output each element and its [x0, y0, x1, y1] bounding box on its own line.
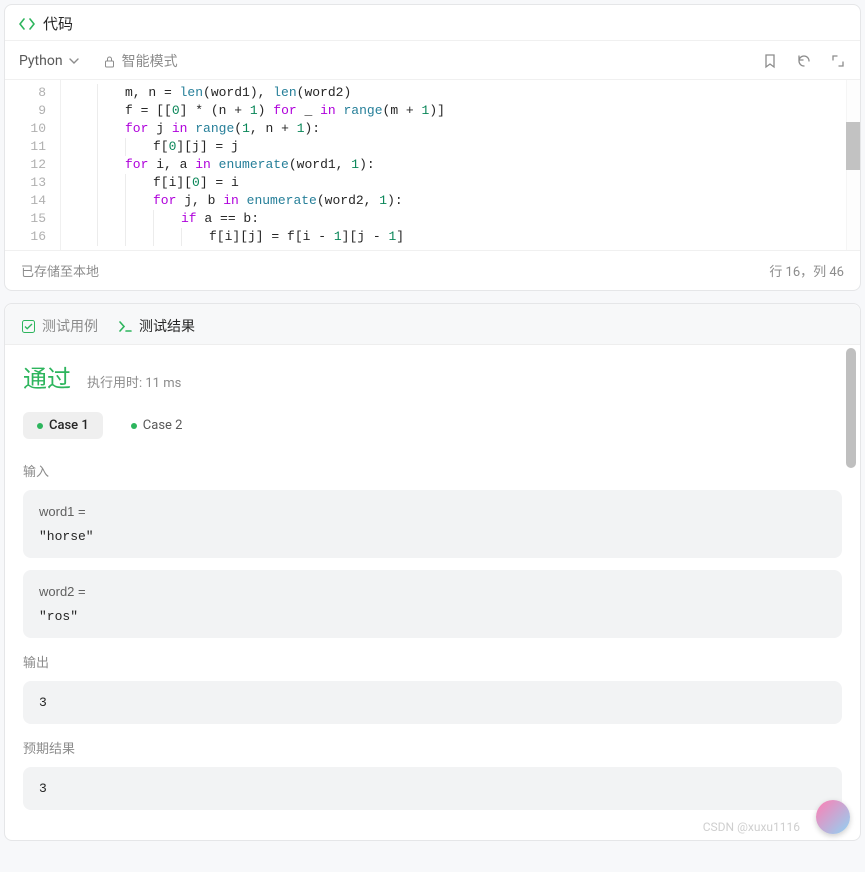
line-number: 9 — [5, 102, 46, 120]
line-number: 15 — [5, 210, 46, 228]
language-label: Python — [19, 53, 63, 69]
pass-row: 通过 执行用时: 11 ms — [23, 359, 842, 394]
code-body[interactable]: m, n = len(word1), len(word2)f = [[0] * … — [61, 80, 846, 250]
results-scrollbar[interactable] — [844, 348, 858, 840]
line-number: 12 — [5, 156, 46, 174]
line-number: 16 — [5, 228, 46, 246]
tab-cases-label: 测试用例 — [42, 316, 98, 336]
expand-icon[interactable] — [830, 53, 846, 69]
code-line[interactable]: if a == b: — [69, 210, 846, 228]
status-bar: 已存储至本地 行 16，列 46 — [5, 250, 860, 290]
minimap-thumb[interactable] — [846, 122, 860, 170]
results-tabs: 测试用例 测试结果 — [5, 304, 860, 345]
cursor-position: 行 16，列 46 — [769, 261, 844, 280]
line-number: 11 — [5, 138, 46, 156]
terminal-icon — [118, 319, 133, 334]
code-line[interactable]: f = [[0] * (n + 1) for _ in range(m + 1)… — [69, 102, 846, 120]
code-line[interactable]: f[i][j] = f[i - 1][j - 1] — [69, 228, 846, 246]
input-label: 输入 — [23, 461, 842, 480]
line-number: 8 — [5, 84, 46, 102]
input-box: word1 = "horse" — [23, 490, 842, 558]
language-select[interactable]: Python — [19, 53, 79, 69]
results-panel: 测试用例 测试结果 通过 执行用时: 11 ms Case 1 Case 2 输入… — [4, 303, 861, 841]
case-tab-2[interactable]: Case 2 — [117, 412, 197, 439]
undo-icon[interactable] — [796, 53, 812, 69]
case-tab-label: Case 1 — [49, 418, 89, 433]
chevron-down-icon — [69, 56, 79, 66]
code-toolbar: Python 智能模式 — [5, 41, 860, 80]
expected-value: 3 — [39, 781, 826, 796]
code-line[interactable]: f[0][j] = j — [69, 138, 846, 156]
minimap[interactable] — [846, 80, 860, 250]
results-body: 通过 执行用时: 11 ms Case 1 Case 2 输入 word1 = "h… — [5, 345, 860, 840]
assistant-fab[interactable] — [816, 800, 850, 834]
line-gutter: 8910111213141516 — [5, 80, 61, 250]
status-saved: 已存储至本地 — [21, 261, 99, 280]
input-var-value: "horse" — [39, 529, 826, 544]
case-tab-1[interactable]: Case 1 — [23, 412, 103, 439]
code-icon — [19, 16, 35, 32]
input-box: word2 = "ros" — [23, 570, 842, 638]
input-var-label: word2 = — [39, 584, 826, 599]
expected-label: 预期结果 — [23, 738, 842, 757]
input-var-value: "ros" — [39, 609, 826, 624]
status-dot-icon — [131, 423, 137, 429]
checkbox-icon — [21, 319, 36, 334]
input-boxes: word1 = "horse" word2 = "ros" — [23, 490, 842, 638]
output-box: 3 — [23, 681, 842, 724]
case-tabs: Case 1 Case 2 — [23, 412, 842, 439]
watermark: CSDN @xuxu1116 — [703, 820, 800, 834]
code-title: 代码 — [43, 13, 73, 34]
pass-status: 通过 — [23, 359, 71, 394]
case-tab-label: Case 2 — [143, 418, 183, 433]
line-number: 13 — [5, 174, 46, 192]
tab-results-label: 测试结果 — [139, 316, 195, 336]
code-editor[interactable]: 8910111213141516 m, n = len(word1), len(… — [5, 80, 860, 250]
bookmark-icon[interactable] — [762, 53, 778, 69]
output-value: 3 — [39, 695, 826, 710]
toolbar-actions — [762, 53, 846, 69]
code-header: 代码 — [5, 5, 860, 41]
output-label: 输出 — [23, 652, 842, 671]
input-var-label: word1 = — [39, 504, 826, 519]
tab-test-results[interactable]: 测试结果 — [118, 316, 195, 336]
mode-indicator[interactable]: 智能模式 — [103, 51, 178, 71]
status-dot-icon — [37, 423, 43, 429]
line-number: 10 — [5, 120, 46, 138]
code-line[interactable]: for j, b in enumerate(word2, 1): — [69, 192, 846, 210]
code-line[interactable]: for j in range(1, n + 1): — [69, 120, 846, 138]
expected-box: 3 — [23, 767, 842, 810]
code-line[interactable]: for i, a in enumerate(word1, 1): — [69, 156, 846, 174]
runtime-text: 执行用时: 11 ms — [87, 372, 181, 391]
line-number: 14 — [5, 192, 46, 210]
lock-icon — [103, 55, 116, 68]
code-panel: 代码 Python 智能模式 8910111213 — [4, 4, 861, 291]
scrollbar-thumb[interactable] — [846, 348, 856, 468]
code-line[interactable]: f[i][0] = i — [69, 174, 846, 192]
code-line[interactable]: m, n = len(word1), len(word2) — [69, 84, 846, 102]
mode-label: 智能模式 — [122, 51, 178, 71]
tab-test-cases[interactable]: 测试用例 — [21, 316, 98, 336]
